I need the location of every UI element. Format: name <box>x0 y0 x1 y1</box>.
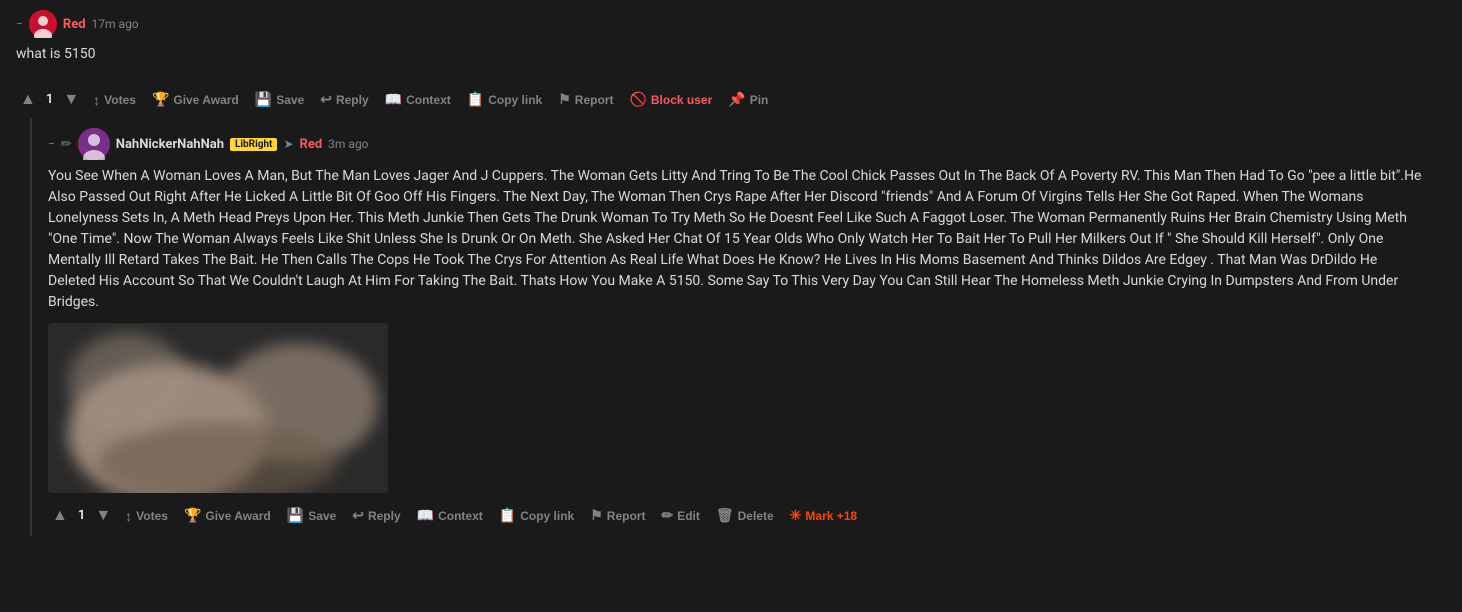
pin-icon: 📌 <box>728 91 745 108</box>
votes-icon: ↕ <box>93 92 100 108</box>
reply-to-user[interactable]: Red <box>300 137 323 152</box>
nested-copy-icon: 📋 <box>499 507 516 524</box>
avatar <box>29 10 57 38</box>
nested-comment: − ✏ NahNickerNahNah LibRight ➤ Red 3m ag… <box>30 118 1462 536</box>
award-icon: 🏆 <box>152 91 169 108</box>
nested-username[interactable]: NahNickerNahNah <box>116 137 224 152</box>
pencil-icon: ✏ <box>61 137 72 152</box>
nested-context-button[interactable]: 📖 Context <box>411 503 489 528</box>
upvote-button[interactable]: ▲ <box>16 88 40 112</box>
nested-vote-count: 1 <box>76 508 87 523</box>
nested-delete-icon: 🗑 <box>716 507 734 524</box>
outer-comment: − Red 17m ago what is 5150 <box>0 0 1462 81</box>
report-icon: ⚑ <box>558 91 571 108</box>
give-award-button[interactable]: 🏆 Give Award <box>146 87 245 112</box>
nested-reply-icon: ↩ <box>352 507 364 524</box>
nested-edit-icon: ✏ <box>661 507 673 524</box>
reply-arrow-icon: ➤ <box>283 137 293 151</box>
save-button[interactable]: 💾 Save <box>249 87 310 112</box>
nested-comment-header: − ✏ NahNickerNahNah LibRight ➤ Red 3m ag… <box>48 128 1462 160</box>
block-icon: 🚫 <box>629 91 646 108</box>
context-icon: 📖 <box>385 91 402 108</box>
nested-report-button[interactable]: ⚑ Report <box>584 503 651 528</box>
outer-username[interactable]: Red <box>63 17 86 32</box>
nested-votes-icon: ↕ <box>125 508 132 524</box>
nested-timestamp: 3m ago <box>328 137 368 151</box>
pin-button[interactable]: 📌 Pin <box>722 87 774 112</box>
votes-button[interactable]: ↕ Votes <box>87 88 142 112</box>
nested-downvote-button[interactable]: ▼ <box>91 504 115 528</box>
flair-badge: LibRight <box>230 138 277 151</box>
save-icon: 💾 <box>255 91 272 108</box>
vote-count: 1 <box>44 92 55 107</box>
copy-icon: 📋 <box>467 91 484 108</box>
nested-votes-button[interactable]: ↕ Votes <box>119 504 174 528</box>
report-button[interactable]: ⚑ Report <box>552 87 619 112</box>
nested-save-icon: 💾 <box>287 507 304 524</box>
nested-avatar <box>78 128 110 160</box>
reply-icon: ↩ <box>320 91 332 108</box>
outer-comment-text: what is 5150 <box>16 44 1396 65</box>
nested-mark-icon: ✳ <box>790 507 802 524</box>
nested-give-award-button[interactable]: 🏆 Give Award <box>178 503 277 528</box>
outer-action-bar: ▲ 1 ▼ ↕ Votes 🏆 Give Award 💾 Save ↩ Repl… <box>0 81 1462 118</box>
nested-delete-button[interactable]: 🗑 Delete <box>710 503 780 528</box>
outer-comment-header: − Red 17m ago <box>16 10 1446 38</box>
nested-save-button[interactable]: 💾 Save <box>281 503 342 528</box>
nested-comment-text: You See When A Woman Loves A Man, But Th… <box>48 166 1428 313</box>
content-image <box>48 323 388 493</box>
collapse-icon[interactable]: − <box>16 17 23 31</box>
nested-collapse-icon[interactable]: − <box>48 137 55 151</box>
nested-mark-button[interactable]: ✳ Mark +18 <box>784 503 863 528</box>
outer-timestamp: 17m ago <box>92 17 139 31</box>
block-user-button[interactable]: 🚫 Block user <box>623 87 718 112</box>
nested-report-icon: ⚑ <box>590 507 603 524</box>
nested-edit-button[interactable]: ✏ Edit <box>655 503 705 528</box>
nested-copy-link-button[interactable]: 📋 Copy link <box>493 503 580 528</box>
context-button[interactable]: 📖 Context <box>379 87 457 112</box>
copy-link-button[interactable]: 📋 Copy link <box>461 87 548 112</box>
nested-upvote-button[interactable]: ▲ <box>48 504 72 528</box>
reply-button[interactable]: ↩ Reply <box>314 87 374 112</box>
downvote-button[interactable]: ▼ <box>59 88 83 112</box>
nested-reply-button[interactable]: ↩ Reply <box>346 503 406 528</box>
nested-action-bar: ▲ 1 ▼ ↕ Votes 🏆 Give Award 💾 Save ↩ Repl… <box>48 503 1462 528</box>
nested-context-icon: 📖 <box>417 507 434 524</box>
nested-award-icon: 🏆 <box>184 507 201 524</box>
